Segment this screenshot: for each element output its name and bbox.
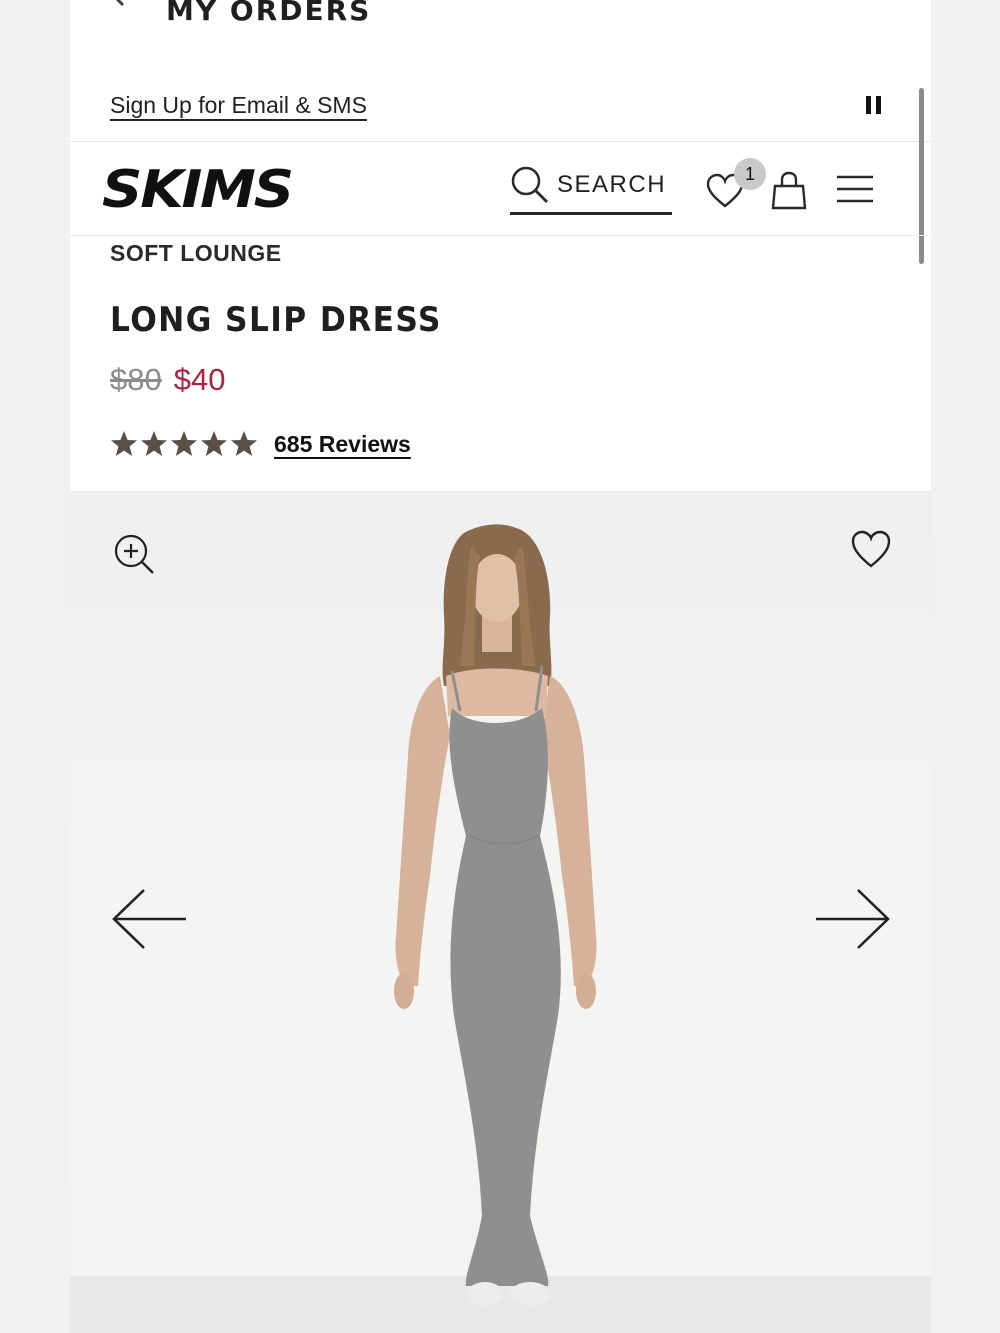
- wishlist-count-badge: 1: [734, 158, 766, 190]
- orders-bar: MY ORDERS: [70, 0, 931, 28]
- pause-icon[interactable]: [866, 96, 884, 118]
- previous-image-arrow-icon[interactable]: [110, 887, 188, 951]
- star-icon: [171, 431, 197, 456]
- rating-row: 685 Reviews: [110, 430, 411, 458]
- orders-title: MY ORDERS: [166, 0, 372, 27]
- hamburger-menu-icon[interactable]: [835, 173, 875, 205]
- star-icon: [201, 431, 227, 456]
- back-arrow-icon[interactable]: [110, 0, 142, 10]
- collection-name[interactable]: SOFT LOUNGE: [110, 240, 282, 267]
- search-label: SEARCH: [557, 171, 667, 198]
- search-icon: [511, 166, 548, 203]
- next-image-arrow-icon[interactable]: [814, 887, 892, 951]
- product-title: LONG SLIP DRESS: [110, 300, 442, 340]
- shopping-bag-icon[interactable]: [770, 170, 808, 210]
- email-sms-signup-link[interactable]: Sign Up for Email & SMS: [110, 92, 367, 119]
- zoom-in-icon[interactable]: [113, 533, 155, 575]
- price-row: $80 $40: [110, 362, 225, 398]
- reviews-link[interactable]: 685 Reviews: [274, 431, 411, 458]
- sale-price: $40: [173, 362, 226, 397]
- brand-wordmark: SKIMS: [102, 160, 292, 219]
- star-icon: [111, 431, 137, 456]
- site-header: SKIMS SEARCH 1: [70, 143, 931, 236]
- promo-bar: Sign Up for Email & SMS: [70, 78, 931, 142]
- product-page: MY ORDERS Sign Up for Email & SMS SKIMS …: [70, 0, 931, 1333]
- star-icon: [231, 431, 257, 456]
- product-image-gallery[interactable]: [70, 491, 931, 1333]
- original-price: $80: [110, 362, 162, 397]
- product-photo: [394, 524, 597, 1306]
- star-icon: [141, 431, 167, 456]
- skims-logo[interactable]: SKIMS: [100, 157, 296, 219]
- favorite-heart-icon[interactable]: [850, 529, 892, 569]
- star-rating: [110, 430, 258, 458]
- search-button[interactable]: SEARCH: [510, 161, 672, 215]
